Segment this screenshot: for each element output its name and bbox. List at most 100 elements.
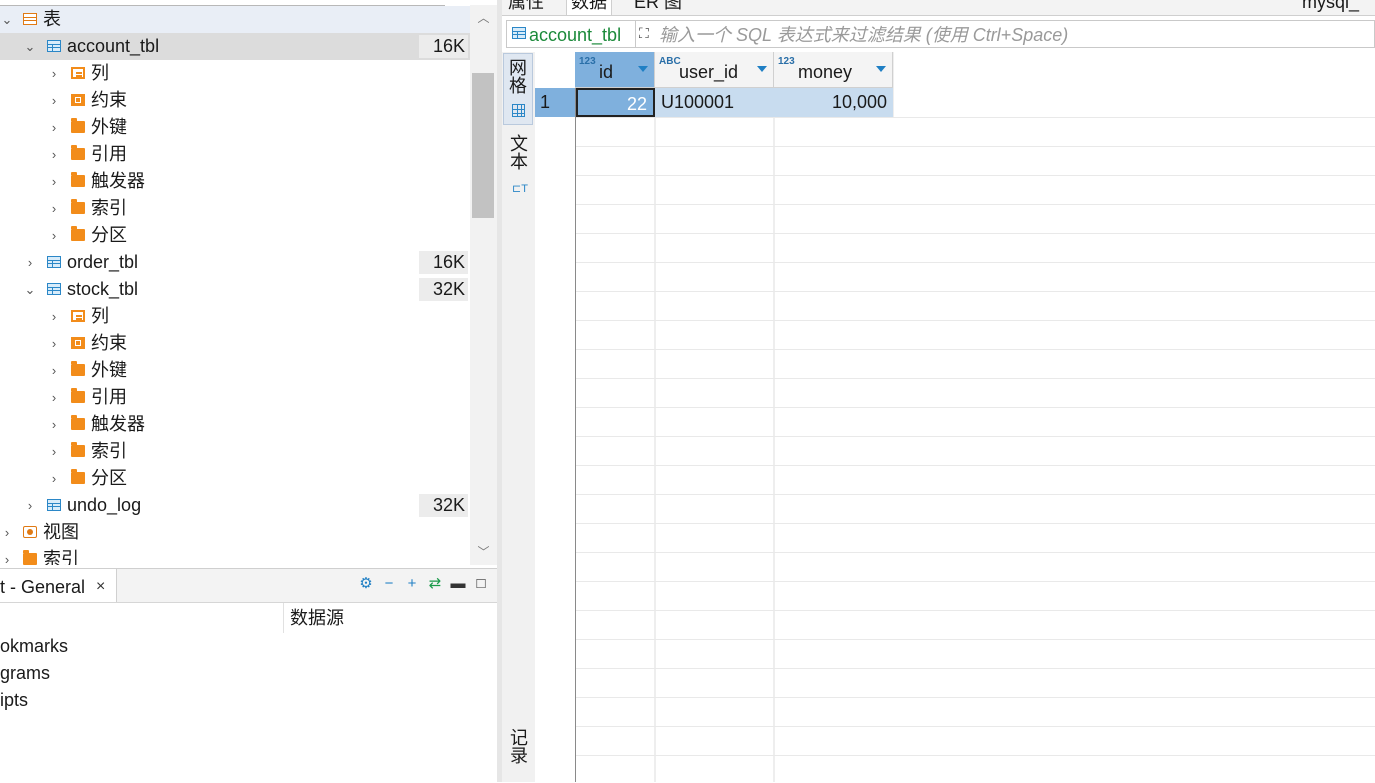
views-folder-icon xyxy=(23,526,37,538)
tab-data[interactable]: 数据 xyxy=(566,0,612,15)
chevron-down-icon[interactable]: ⌄ xyxy=(23,276,37,303)
chevron-right-icon[interactable]: › xyxy=(47,465,61,492)
project-item-diagrams[interactable]: grams xyxy=(0,660,50,687)
chevron-right-icon[interactable]: › xyxy=(47,438,61,465)
column-divider[interactable] xyxy=(283,603,284,633)
tab-er-diagram[interactable]: ER 图 xyxy=(630,0,686,15)
tree-node-columns[interactable]: › 列 xyxy=(0,60,470,87)
chevron-right-icon[interactable]: › xyxy=(47,114,61,141)
tree-node-views[interactable]: › 视图 xyxy=(0,519,470,546)
column-name: user_id xyxy=(679,62,739,82)
chevron-right-icon[interactable]: › xyxy=(23,492,37,519)
filter-input[interactable]: 输入一个 SQL 表达式来过滤结果 (使用 Ctrl+Space) xyxy=(659,21,1068,49)
chevron-right-icon[interactable]: › xyxy=(47,168,61,195)
scroll-down-arrow-icon[interactable]: ﹀ xyxy=(470,543,497,561)
tree-node-partitions[interactable]: › 分区 xyxy=(0,465,470,492)
folder-icon xyxy=(71,172,85,187)
chevron-right-icon[interactable]: › xyxy=(47,357,61,384)
tree-node-label: 索引 xyxy=(91,441,127,461)
navigator-tree[interactable]: ⌄ 表 ⌄ account_tbl 16K › 列 › 约束 › 外键 › 引用… xyxy=(0,5,470,565)
text-view-label: 文本 xyxy=(508,134,528,170)
tree-node-foreign-keys[interactable]: › 外键 xyxy=(0,357,470,384)
tree-node-tables[interactable]: ⌄ 表 xyxy=(0,6,470,33)
link-editor-icon[interactable]: ⇄ xyxy=(426,572,444,596)
chevron-right-icon[interactable]: › xyxy=(47,384,61,411)
tree-node-table-undo-log[interactable]: › undo_log 32K xyxy=(0,492,470,519)
tree-scrollbar[interactable]: ︿ ﹀ xyxy=(470,5,497,565)
chevron-right-icon[interactable]: › xyxy=(47,60,61,87)
tree-node-db-indexes[interactable]: › 索引 xyxy=(0,546,470,565)
tab-connection[interactable]: mysql_ xyxy=(1298,0,1363,15)
chevron-right-icon[interactable]: › xyxy=(47,141,61,168)
project-item-scripts[interactable]: ipts xyxy=(0,687,28,714)
sort-dropdown-icon[interactable] xyxy=(876,66,886,72)
tree-node-label: 约束 xyxy=(91,333,127,353)
table-size-badge: 32K xyxy=(419,278,468,301)
expand-filter-icon[interactable]: ⛶ xyxy=(639,22,655,46)
table-icon xyxy=(47,283,61,295)
tree-node-label: 引用 xyxy=(91,144,127,164)
tree-node-triggers[interactable]: › 触发器 xyxy=(0,411,470,438)
text-view-button[interactable]: 文本 ⊏T xyxy=(503,134,533,204)
folder-icon xyxy=(71,145,85,160)
grid-view-button[interactable]: 网格 xyxy=(503,53,533,125)
tree-node-constraints[interactable]: › 约束 xyxy=(0,87,470,114)
chevron-down-icon[interactable]: ⌄ xyxy=(0,6,14,33)
column-type-label: 123 xyxy=(778,56,795,67)
chevron-down-icon[interactable]: ⌄ xyxy=(23,33,37,60)
tree-node-table-account-tbl[interactable]: ⌄ account_tbl 16K xyxy=(0,33,470,60)
chevron-right-icon[interactable]: › xyxy=(0,519,14,546)
tree-node-partitions[interactable]: › 分区 xyxy=(0,222,470,249)
row-number-column xyxy=(535,52,576,782)
chevron-right-icon[interactable]: › xyxy=(47,222,61,249)
filter-table-selector[interactable]: account_tbl xyxy=(507,21,636,47)
cell-id[interactable]: 22 xyxy=(576,88,655,117)
minimize-icon[interactable]: ▬ xyxy=(449,572,467,596)
tree-node-table-order-tbl[interactable]: › order_tbl 16K xyxy=(0,249,470,276)
sort-dropdown-icon[interactable] xyxy=(638,66,648,72)
tree-node-references[interactable]: › 引用 xyxy=(0,384,470,411)
scroll-thumb[interactable] xyxy=(472,73,494,218)
chevron-right-icon[interactable]: › xyxy=(47,87,61,114)
result-grid[interactable]: 123 id ABC user_id 123 money 1 22 U10000… xyxy=(535,52,1375,782)
tree-node-references[interactable]: › 引用 xyxy=(0,141,470,168)
column-datasource[interactable]: 数据源 xyxy=(290,603,344,633)
cell-money[interactable]: 10,000 xyxy=(774,88,893,117)
project-item-bookmarks[interactable]: okmarks xyxy=(0,633,68,660)
row-number[interactable]: 1 xyxy=(535,88,575,117)
chevron-right-icon[interactable]: › xyxy=(47,330,61,357)
chevron-right-icon[interactable]: › xyxy=(23,249,37,276)
tree-node-foreign-keys[interactable]: › 外键 xyxy=(0,114,470,141)
sort-dropdown-icon[interactable] xyxy=(757,66,767,72)
table-icon xyxy=(512,27,526,39)
maximize-icon[interactable]: □ xyxy=(472,572,490,596)
tree-node-table-stock-tbl[interactable]: ⌄ stock_tbl 32K xyxy=(0,276,470,303)
tree-node-indexes[interactable]: › 索引 xyxy=(0,438,470,465)
scroll-up-arrow-icon[interactable]: ︿ xyxy=(470,9,497,27)
chevron-right-icon[interactable]: › xyxy=(0,546,14,565)
project-column-header: 数据源 xyxy=(0,603,497,633)
column-header-user-id[interactable]: ABC user_id xyxy=(655,52,774,88)
cell-user-id[interactable]: U100001 xyxy=(655,88,774,117)
tree-node-columns[interactable]: › 列 xyxy=(0,303,470,330)
gear-icon[interactable]: ⚙ xyxy=(357,572,375,596)
collapse-all-icon[interactable]: − xyxy=(380,572,398,596)
view-switcher: 网格 文本 ⊏T 记录 xyxy=(502,52,536,782)
database-navigator-panel: ⌄ 表 ⌄ account_tbl 16K › 列 › 约束 › 外键 › 引用… xyxy=(0,0,497,783)
constraints-folder-icon xyxy=(71,337,85,349)
tab-project-general[interactable]: t - General × xyxy=(0,569,117,602)
expand-all-icon[interactable]: + xyxy=(403,572,421,596)
tree-node-label: 外键 xyxy=(91,360,127,380)
column-header-id[interactable]: 123 id xyxy=(575,52,655,88)
column-header-money[interactable]: 123 money xyxy=(774,52,893,88)
close-icon[interactable]: × xyxy=(96,569,105,602)
tree-node-constraints[interactable]: › 约束 xyxy=(0,330,470,357)
tree-node-indexes[interactable]: › 索引 xyxy=(0,195,470,222)
chevron-right-icon[interactable]: › xyxy=(47,195,61,222)
filter-bar: account_tbl ⛶ 输入一个 SQL 表达式来过滤结果 (使用 Ctrl… xyxy=(506,20,1375,48)
tab-properties[interactable]: 属性 xyxy=(504,0,548,15)
chevron-right-icon[interactable]: › xyxy=(47,303,61,330)
record-view-button[interactable]: 记录 xyxy=(503,728,533,782)
chevron-right-icon[interactable]: › xyxy=(47,411,61,438)
tree-node-triggers[interactable]: › 触发器 xyxy=(0,168,470,195)
